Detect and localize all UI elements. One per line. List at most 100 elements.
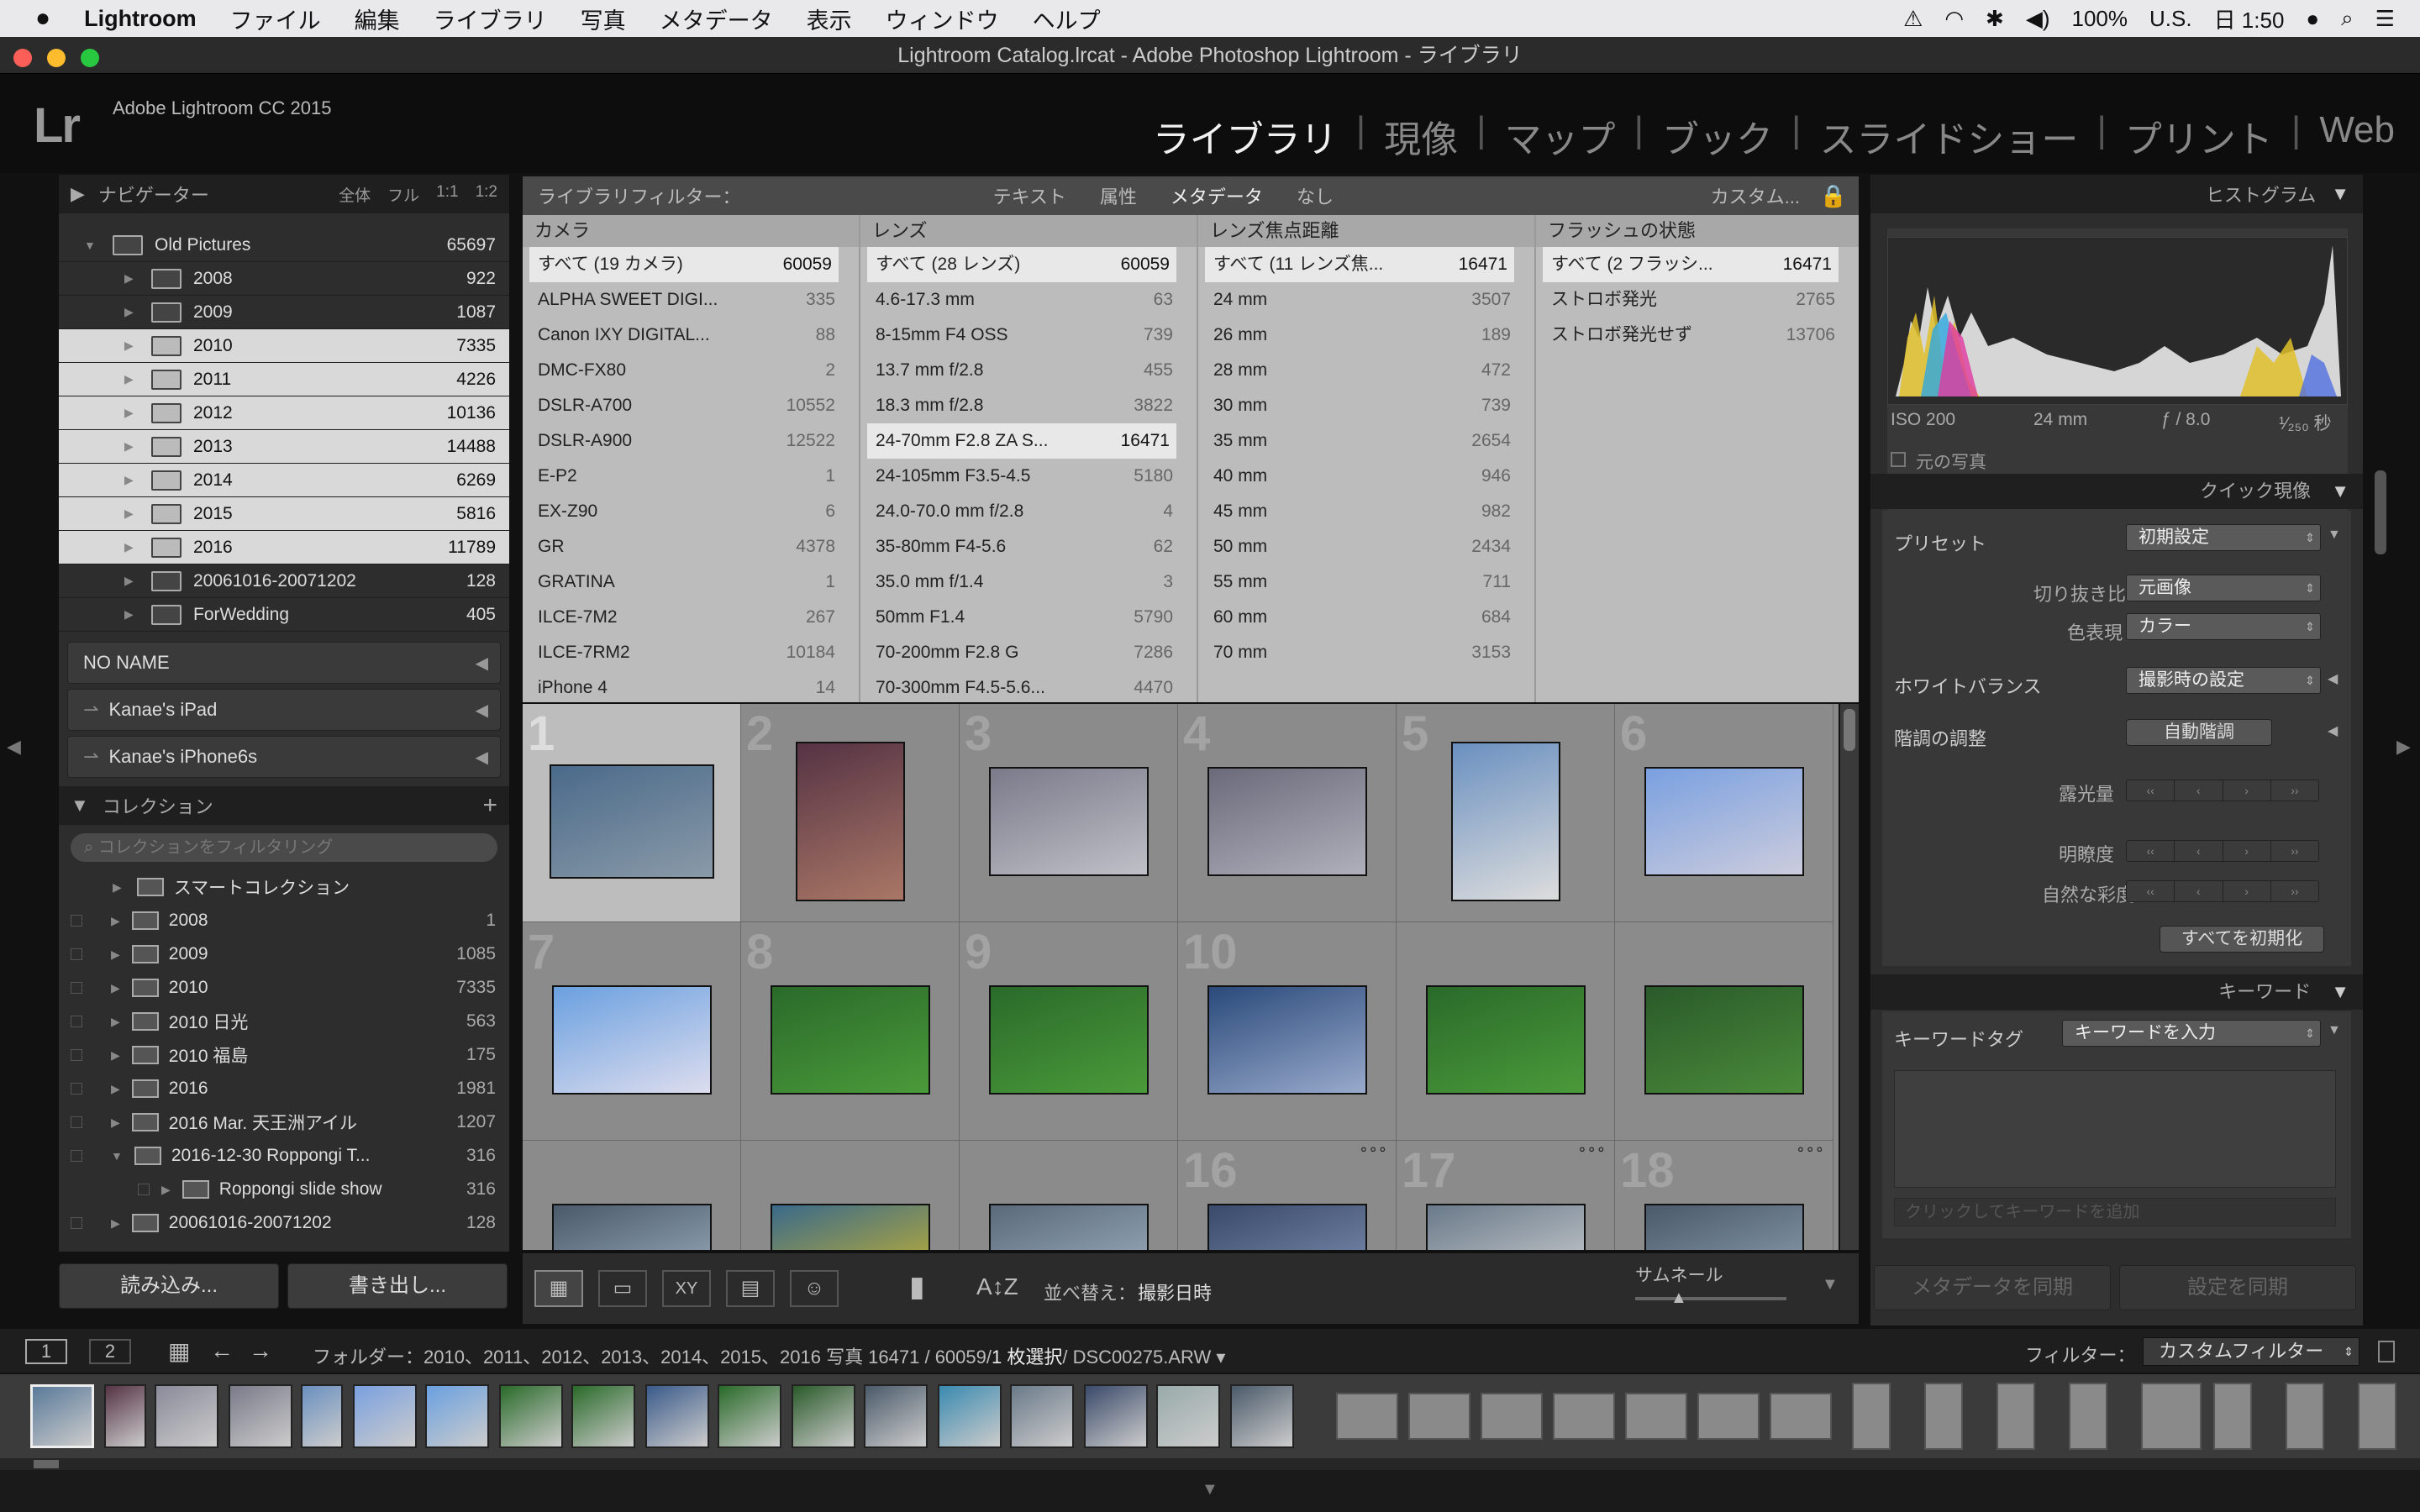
sync-settings-button[interactable]: 設定を同期 [2119, 1265, 2356, 1310]
metadata-row[interactable]: GRATINA 1 [523, 564, 859, 600]
disclosure-icon[interactable]: ▼ [71, 795, 89, 816]
column-header-lens[interactable]: レンズ [860, 215, 1197, 247]
window-2-button[interactable]: 2 [89, 1339, 131, 1364]
grid-cell[interactable]: 17 ∘∘∘ [1397, 1141, 1615, 1250]
collapse-icon[interactable]: ▼ [2331, 480, 2349, 501]
right-panel-scrollbar[interactable] [2375, 470, 2386, 554]
filmstrip-placeholder[interactable] [2069, 1383, 2107, 1450]
photo-thumbnail[interactable] [1426, 1204, 1586, 1250]
grid-cell[interactable]: 7 [523, 922, 741, 1141]
grid-cell[interactable]: 8 [741, 922, 960, 1141]
metadata-row[interactable]: 70-300mm F4.5-5.6... 4470 [860, 670, 1197, 706]
folder-item[interactable]: ▶ 2008 922 [59, 262, 509, 296]
grid-cell[interactable]: 1 [523, 704, 741, 922]
metadata-row[interactable]: 24.0-70.0 mm f/2.8 4 [860, 494, 1197, 529]
filter-attribute[interactable]: 属性 [1100, 182, 1137, 209]
collapsed-icon[interactable]: ▶ [111, 1048, 120, 1063]
metadata-row[interactable]: E-P2 1 [523, 459, 859, 494]
collapsed-icon[interactable]: ▶ [111, 1216, 120, 1231]
filmstrip-thumbnail[interactable] [938, 1384, 1002, 1448]
target-checkbox[interactable] [71, 1016, 82, 1027]
photo-thumbnail[interactable] [1644, 767, 1804, 876]
filter-preset[interactable]: カスタム... [1711, 182, 1800, 209]
metadata-row[interactable]: 35.0 mm f/1.4 3 [860, 564, 1197, 600]
folder-item[interactable]: ▶ 2015 5816 [59, 497, 509, 531]
folder-item[interactable]: ▶ 2009 1087 [59, 296, 509, 329]
collapsed-icon[interactable]: ▶ [124, 305, 136, 319]
metadata-row[interactable]: 4.6-17.3 mm 63 [860, 282, 1197, 318]
target-checkbox[interactable] [71, 915, 82, 927]
sort-direction-icon[interactable]: A↕Z [976, 1273, 1018, 1300]
metadata-row[interactable]: 50mm F1.4 5790 [860, 600, 1197, 635]
folder-item[interactable]: ▶ 20061016-20071202 128 [59, 564, 509, 598]
metadata-row[interactable]: すべて (28 レンズ) 60059 [867, 247, 1176, 282]
collection-item[interactable]: ▶ 2010 日光 563 [59, 1005, 509, 1038]
grid-cell[interactable]: 16 ∘∘∘ [1178, 1141, 1397, 1250]
collapsed-icon[interactable]: ▶ [111, 948, 120, 962]
input-source[interactable]: U.S. [2149, 6, 2192, 32]
spotlight-icon[interactable]: ⌕ [2341, 5, 2354, 32]
metadata-row[interactable]: 40 mm 946 [1198, 459, 1534, 494]
collapsed-icon[interactable]: ▶ [124, 607, 136, 622]
folder-root[interactable]: ▼ Old Pictures 65697 [59, 228, 509, 262]
grid-toggle-icon[interactable]: ▦ [168, 1337, 190, 1365]
collection-item[interactable]: ▼ 2016-12-30 Roppongi T... 316 [59, 1139, 509, 1173]
target-checkbox[interactable] [71, 1217, 82, 1229]
photo-thumbnail[interactable] [1451, 742, 1560, 901]
photo-thumbnail[interactable] [796, 742, 905, 901]
column-header-focal[interactable]: レンズ焦点距離 [1198, 215, 1534, 247]
people-view-icon[interactable]: ☺ [790, 1270, 839, 1307]
collection-item[interactable]: ▶ 2010 福島 175 [59, 1038, 509, 1072]
filmstrip-placeholder[interactable] [1625, 1393, 1687, 1440]
battery-level[interactable]: 100% [2072, 6, 2128, 32]
back-icon[interactable]: ← [210, 1337, 234, 1364]
metadata-row[interactable]: DMC-FX80 2 [523, 353, 859, 388]
metadata-row[interactable]: 50 mm 2434 [1198, 529, 1534, 564]
collapse-icon[interactable]: ▼ [2328, 528, 2341, 543]
filter-metadata[interactable]: メタデータ [1171, 182, 1263, 209]
folder-item[interactable]: ▶ 2010 7335 [59, 329, 509, 363]
filmstrip-placeholder[interactable] [1336, 1393, 1398, 1440]
collapse-icon[interactable]: ▼ [2331, 183, 2349, 205]
menu-file[interactable]: ファイル [230, 3, 321, 35]
filmstrip-placeholder[interactable] [1481, 1393, 1543, 1440]
minimize-window-button[interactable] [47, 49, 66, 67]
metadata-row[interactable]: 55 mm 711 [1198, 564, 1534, 600]
filmstrip-thumbnail[interactable] [353, 1384, 417, 1448]
filmstrip-filter-select[interactable]: カスタムフィルター ⇕ [2143, 1337, 2360, 1366]
volume-icon[interactable]: ◀) [2026, 6, 2050, 32]
thumbnail-size-slider[interactable] [1635, 1297, 1786, 1300]
collection-item[interactable]: ▶ 20061016-20071202 128 [59, 1206, 509, 1240]
import-button[interactable]: 読み込み... [59, 1263, 279, 1309]
apple-icon[interactable]: ● [35, 4, 50, 33]
filmstrip-placeholder[interactable] [1408, 1393, 1470, 1440]
metadata-row[interactable]: 8-15mm F4 OSS 739 [860, 318, 1197, 353]
metadata-row[interactable]: ILCE-7RM2 10184 [523, 635, 859, 670]
filmstrip-placeholder[interactable] [1924, 1383, 1963, 1450]
collapsed-icon[interactable]: ▶ [124, 271, 136, 286]
metadata-row[interactable]: DSLR-A700 10552 [523, 388, 859, 423]
metadata-row[interactable]: DSLR-A900 12522 [523, 423, 859, 459]
expanded-icon[interactable]: ▼ [84, 239, 96, 252]
grid-cell[interactable] [960, 1141, 1178, 1250]
user-icon[interactable]: ● [2306, 6, 2319, 32]
module-library[interactable]: ライブラリ [1146, 109, 1344, 163]
filmstrip-placeholder[interactable] [1553, 1393, 1615, 1440]
menu-help[interactable]: ヘルプ [1033, 3, 1101, 35]
filmstrip-thumbnail[interactable] [499, 1384, 563, 1448]
metadata-row[interactable]: ストロボ発光 2765 [1536, 282, 1859, 318]
collection-item[interactable]: ▶ 2008 1 [59, 904, 509, 937]
filmstrip-thumbnail[interactable] [425, 1384, 489, 1448]
collapsed-icon[interactable]: ▶ [111, 914, 120, 928]
crop-ratio-select[interactable]: 元画像 ⇕ [2126, 575, 2321, 601]
filmstrip-thumbnail[interactable] [301, 1384, 343, 1448]
scroll-thumb[interactable] [1844, 709, 1855, 751]
collapsed-icon[interactable]: ▶ [124, 339, 136, 353]
collapsed-icon[interactable]: ▶ [161, 1183, 171, 1197]
filmstrip-placeholder[interactable] [1852, 1383, 1891, 1450]
filmstrip-thumbnail[interactable] [104, 1384, 146, 1448]
collapsed-icon[interactable]: ▶ [124, 406, 136, 420]
filmstrip-placeholder[interactable] [2141, 1383, 2202, 1450]
loupe-view-icon[interactable]: ▭ [598, 1270, 647, 1307]
filmstrip-placeholder[interactable] [1697, 1393, 1760, 1440]
